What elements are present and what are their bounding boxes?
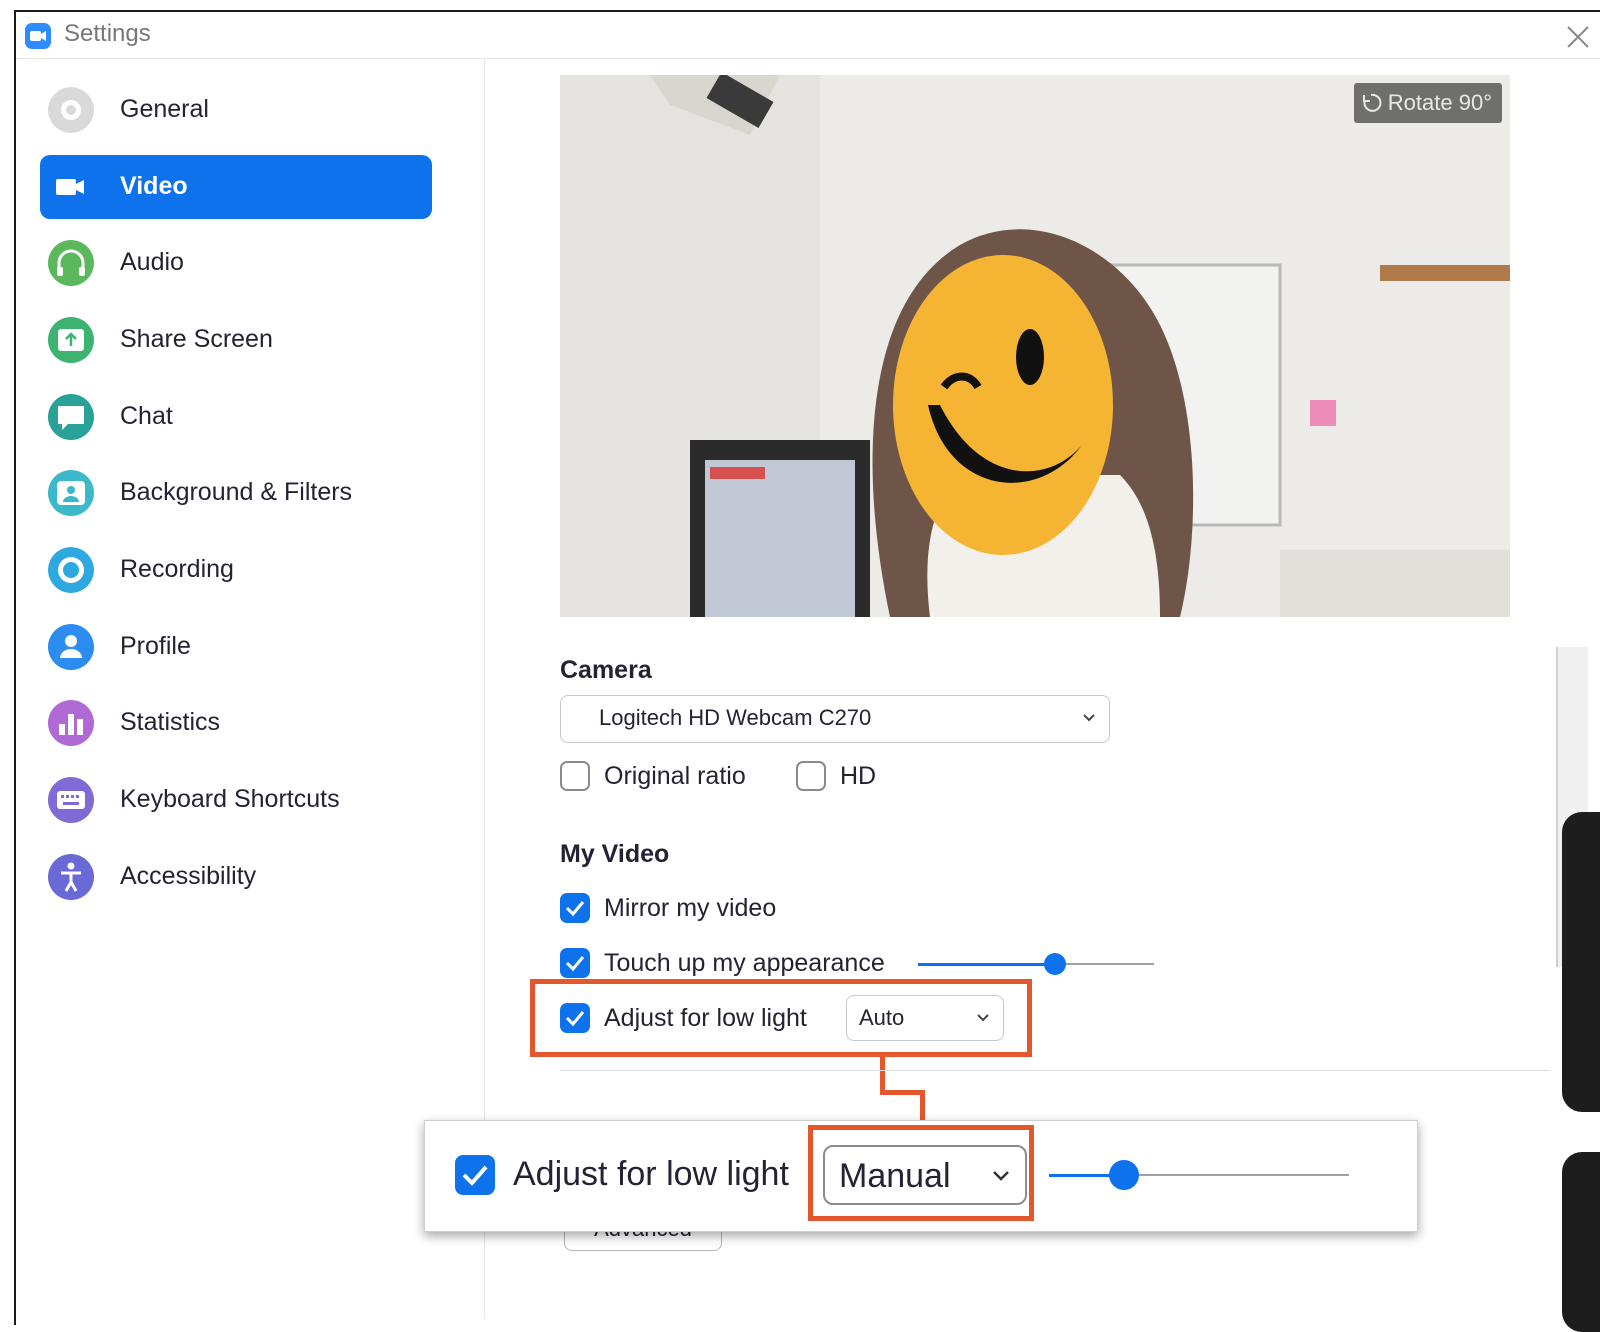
close-icon[interactable] xyxy=(1560,19,1596,55)
sidebar-item-label: Background & Filters xyxy=(120,478,353,506)
sidebar-item-label: Share Screen xyxy=(120,325,273,353)
section-divider xyxy=(560,1070,1550,1071)
touch-up-checkbox[interactable] xyxy=(560,948,590,978)
window-title: Settings xyxy=(64,20,151,47)
rotate-90-label: Rotate 90° xyxy=(1387,90,1492,115)
touch-up-slider[interactable] xyxy=(918,952,1154,976)
sidebar-item-accessibility[interactable]: Accessibility xyxy=(40,845,432,909)
callout-connector xyxy=(880,1090,925,1095)
mirror-video-label: Mirror my video xyxy=(604,893,777,922)
callout-low-light-checkbox[interactable] xyxy=(455,1155,495,1195)
bar-chart-icon xyxy=(48,700,94,746)
rotate-icon xyxy=(1362,93,1382,112)
chevron-down-icon xyxy=(1083,714,1095,722)
emoji-face-overlay xyxy=(893,255,1113,555)
camera-select[interactable]: Logitech HD Webcam C270 xyxy=(560,695,1110,743)
sidebar-item-profile[interactable]: Profile xyxy=(40,615,432,679)
camera-heading: Camera xyxy=(560,656,652,684)
sidebar-item-label: Video xyxy=(120,172,188,200)
camera-preview-image xyxy=(560,75,1510,617)
keyboard-icon xyxy=(48,777,94,823)
touch-up-label: Touch up my appearance xyxy=(604,948,885,977)
sidebar-item-label: Keyboard Shortcuts xyxy=(120,785,340,813)
callout-low-light-slider[interactable] xyxy=(1049,1160,1349,1190)
video-camera-icon xyxy=(56,179,84,195)
hd-option[interactable]: HD xyxy=(796,758,876,794)
callout-connector xyxy=(880,1055,885,1095)
title-bar: Settings xyxy=(16,12,1600,59)
zoom-app-icon xyxy=(25,23,51,49)
mirror-video-checkbox[interactable] xyxy=(560,893,590,923)
sidebar-item-label: Chat xyxy=(120,402,173,430)
manual-mode-highlight xyxy=(808,1125,1034,1221)
sidebar-item-background-filters[interactable]: Background & Filters xyxy=(40,461,432,525)
camera-select-value: Logitech HD Webcam C270 xyxy=(599,705,872,730)
sidebar-item-label: Accessibility xyxy=(120,862,257,890)
original-ratio-label: Original ratio xyxy=(604,761,746,790)
hd-checkbox[interactable] xyxy=(796,761,826,791)
sidebar-item-label: General xyxy=(120,95,209,123)
profile-person-icon xyxy=(48,624,94,670)
original-ratio-option[interactable]: Original ratio xyxy=(560,758,746,794)
callout-low-light-label: Adjust for low light xyxy=(513,1155,789,1193)
side-panel-edge xyxy=(1562,812,1600,1112)
slider-knob[interactable] xyxy=(1109,1160,1139,1190)
sidebar-item-label: Recording xyxy=(120,555,234,583)
sidebar-item-video[interactable]: Video xyxy=(40,155,432,219)
sidebar-item-statistics[interactable]: Statistics xyxy=(40,691,432,755)
video-preview: Rotate 90° xyxy=(560,75,1510,617)
sidebar-item-keyboard-shortcuts[interactable]: Keyboard Shortcuts xyxy=(40,768,432,832)
sidebar-item-label: Profile xyxy=(120,632,191,660)
gear-icon xyxy=(48,87,94,133)
original-ratio-checkbox[interactable] xyxy=(560,761,590,791)
rotate-90-button[interactable]: Rotate 90° xyxy=(1353,83,1502,123)
sidebar-item-general[interactable]: General xyxy=(40,78,432,142)
slider-track-empty xyxy=(1124,1174,1349,1176)
background-person-icon xyxy=(48,470,94,516)
sidebar-item-label: Audio xyxy=(120,248,184,276)
sidebar-item-chat[interactable]: Chat xyxy=(40,385,432,449)
settings-sidebar: General Video Audio Share Screen Chat Ba… xyxy=(16,59,485,1319)
sidebar-item-recording[interactable]: Recording xyxy=(40,538,432,602)
share-screen-icon xyxy=(48,317,94,363)
side-panel-edge xyxy=(1562,1152,1600,1332)
slider-knob[interactable] xyxy=(1044,953,1066,975)
mirror-video-option[interactable]: Mirror my video xyxy=(560,890,776,926)
checkmark-icon xyxy=(462,1165,488,1186)
hd-label: HD xyxy=(840,761,877,790)
low-light-highlight xyxy=(530,979,1032,1057)
sidebar-item-share-screen[interactable]: Share Screen xyxy=(40,308,432,372)
touch-up-option[interactable]: Touch up my appearance xyxy=(560,945,885,981)
chat-bubble-icon xyxy=(48,394,94,440)
accessibility-person-icon xyxy=(48,854,94,900)
headphones-icon xyxy=(48,240,94,286)
slider-track-filled xyxy=(918,963,1055,966)
slider-track-empty xyxy=(1055,963,1154,965)
checkmark-icon xyxy=(565,956,585,972)
record-icon xyxy=(48,547,94,593)
sidebar-item-audio[interactable]: Audio xyxy=(40,231,432,295)
my-video-heading: My Video xyxy=(560,840,670,868)
sidebar-item-label: Statistics xyxy=(120,708,221,736)
checkmark-icon xyxy=(565,901,585,917)
